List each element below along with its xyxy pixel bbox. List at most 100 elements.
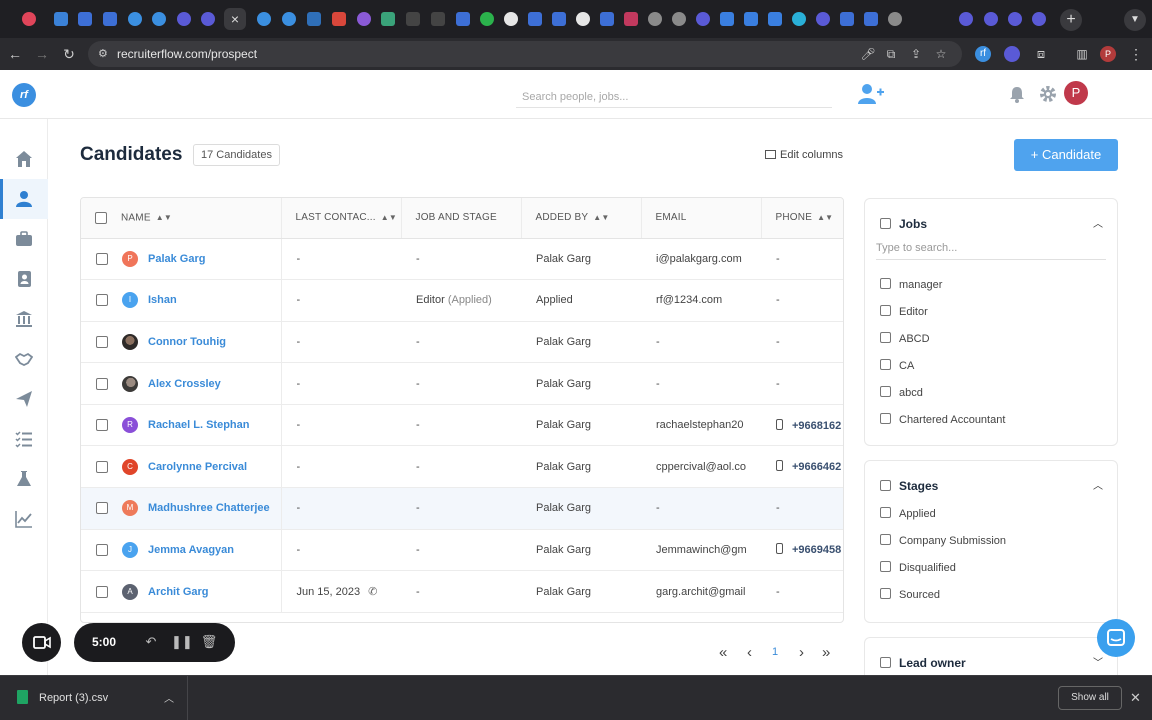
support-chat-icon[interactable] xyxy=(1097,619,1135,657)
table-row[interactable]: J Jemma Avagyan - - Palak Garg Jemmawinch… xyxy=(81,529,843,572)
sidebar-item-campaigns[interactable] xyxy=(0,379,48,419)
tab-icon-app[interactable] xyxy=(840,12,854,26)
tab-icon-app[interactable] xyxy=(792,12,806,26)
candidate-name-link[interactable]: Carolynne Percival xyxy=(148,461,247,473)
pause-recording-icon[interactable]: ❚❚ xyxy=(171,633,193,651)
option-checkbox[interactable] xyxy=(880,359,891,370)
table-row[interactable]: M Madhushree Chatterjee - - Palak Garg - … xyxy=(81,487,843,530)
column-header-job-and-stage[interactable]: JOB AND STAGE xyxy=(401,198,522,239)
row-checkbox[interactable] xyxy=(96,252,108,265)
option-checkbox[interactable] xyxy=(880,561,891,572)
option-checkbox[interactable] xyxy=(880,305,891,316)
tab-icon-app[interactable] xyxy=(103,12,117,26)
tab-icon-app[interactable] xyxy=(381,12,395,26)
tab-icon-app[interactable] xyxy=(864,12,878,26)
table-row[interactable]: I Ishan - Editor (Applied) Applied rf@123… xyxy=(81,279,843,322)
table-row[interactable]: P Palak Garg - - Palak Garg i@palakgarg.c… xyxy=(81,238,843,281)
jobs-filter-option[interactable]: abcd xyxy=(880,386,923,399)
sort-icon[interactable]: ▲▼ xyxy=(817,213,833,222)
jobs-filter-option[interactable]: manager xyxy=(880,278,942,291)
tab-icon-globe[interactable] xyxy=(648,12,662,26)
candidate-name-link[interactable]: Connor Touhig xyxy=(148,336,226,348)
sidebar-item-candidates[interactable] xyxy=(0,179,48,219)
browser-menu-icon[interactable]: ⋮ xyxy=(1128,44,1144,64)
lead-owner-filter-checkbox[interactable] xyxy=(880,657,891,668)
extensions-puzzle-icon[interactable]: ⧈ xyxy=(1033,46,1049,62)
option-checkbox[interactable] xyxy=(880,386,891,397)
jobs-filter-option[interactable]: Editor xyxy=(880,305,928,318)
row-checkbox[interactable] xyxy=(96,460,108,473)
row-checkbox[interactable] xyxy=(96,543,108,556)
tab-icon-gear[interactable] xyxy=(816,12,830,26)
sidebar-item-jobs[interactable] xyxy=(0,219,48,259)
edit-columns-button[interactable]: Edit columns xyxy=(765,149,843,161)
row-checkbox[interactable] xyxy=(96,502,108,515)
column-header-last-contacted[interactable]: LAST CONTAC... ▲▼ xyxy=(281,198,402,239)
tab-icon-x[interactable] xyxy=(406,12,420,26)
share-icon[interactable]: ⇪ xyxy=(908,46,924,62)
stages-filter-checkbox[interactable] xyxy=(880,480,891,491)
phone-number[interactable]: +9669458 xyxy=(792,544,841,556)
jobs-filter-search-input[interactable] xyxy=(876,236,1106,260)
candidate-name-link[interactable]: Archit Garg xyxy=(148,586,209,598)
tab-icon-zoom[interactable] xyxy=(744,12,758,26)
tab-icon-zoom[interactable] xyxy=(768,12,782,26)
column-header-added-by[interactable]: ADDED BY ▲▼ xyxy=(521,198,642,239)
close-downloads-bar-icon[interactable]: ✕ xyxy=(1130,690,1141,706)
next-page-icon[interactable]: › xyxy=(799,644,804,661)
user-avatar[interactable]: P xyxy=(1064,81,1088,105)
current-page-number[interactable]: 1 xyxy=(772,646,778,658)
back-arrow-icon[interactable]: ← xyxy=(5,44,25,64)
lead-owner-filter-header[interactable]: Lead owner xyxy=(880,656,966,670)
tab-icon-recruiterflow[interactable] xyxy=(257,12,271,26)
sidebar-item-reports[interactable] xyxy=(0,499,48,539)
url-field[interactable]: ⚙ recruiterflow.com/prospect 🎤︎ ⧉ ⇪ ☆ xyxy=(88,41,962,67)
tab-icon-google[interactable] xyxy=(576,12,590,26)
phone-number[interactable]: +9666462 xyxy=(792,461,841,473)
browser-profile-avatar[interactable]: P xyxy=(1100,46,1116,62)
settings-gear-icon[interactable] xyxy=(1039,85,1057,103)
add-candidate-button[interactable]: + Candidate xyxy=(1014,139,1118,171)
sidebar-item-tasks[interactable] xyxy=(0,419,48,459)
tab-icon-gear[interactable] xyxy=(1008,12,1022,26)
tab-icon-sheet[interactable] xyxy=(54,12,68,26)
tab-icon-whatsapp[interactable] xyxy=(480,12,494,26)
sidebar-item-companies[interactable] xyxy=(0,299,48,339)
tab-icon-google[interactable] xyxy=(504,12,518,26)
tab-icon-app[interactable] xyxy=(456,12,470,26)
bookmark-star-icon[interactable]: ☆ xyxy=(933,46,949,62)
table-row[interactable]: C Carolynne Percival - - Palak Garg cpper… xyxy=(81,445,843,489)
jobs-filter-option[interactable]: Chartered Accountant xyxy=(880,413,1005,426)
tab-icon-recruiterflow[interactable] xyxy=(282,12,296,26)
candidate-name-link[interactable]: Madhushree Chatterjee xyxy=(148,502,270,514)
stages-filter-option[interactable]: Applied xyxy=(880,507,936,520)
recruiterflow-extension-icon[interactable]: rf xyxy=(975,46,991,62)
tab-icon-zoom[interactable] xyxy=(720,12,734,26)
add-person-icon[interactable] xyxy=(858,83,884,105)
jobs-filter-header[interactable]: Jobs xyxy=(880,217,927,231)
side-panel-icon[interactable]: ▥ xyxy=(1074,46,1090,62)
site-info-icon[interactable]: ⚙ xyxy=(98,47,112,61)
tab-icon-gmail[interactable] xyxy=(332,12,346,26)
job-name[interactable]: Editor xyxy=(416,294,445,306)
table-row[interactable]: R Rachael L. Stephan - - Palak Garg racha… xyxy=(81,404,843,447)
reload-icon[interactable]: ↻ xyxy=(59,44,79,64)
tab-icon-recorder[interactable] xyxy=(22,12,36,26)
first-page-icon[interactable]: « xyxy=(719,644,727,661)
download-item[interactable]: Report (3).csv ︿ xyxy=(0,676,188,720)
tab-icon-app[interactable] xyxy=(357,12,371,26)
collapse-chevron-up-icon[interactable]: ︿ xyxy=(1093,215,1103,230)
tab-icon-globe[interactable] xyxy=(672,12,686,26)
stages-filter-option[interactable]: Sourced xyxy=(880,588,940,601)
stages-filter-option[interactable]: Company Submission xyxy=(880,534,1006,547)
camera-toggle-button[interactable] xyxy=(22,623,61,662)
restart-recording-icon[interactable]: ↶ xyxy=(142,633,160,651)
active-tab-close-icon[interactable]: × xyxy=(224,8,246,30)
row-checkbox[interactable] xyxy=(96,585,108,598)
select-all-checkbox[interactable] xyxy=(95,211,107,224)
option-checkbox[interactable] xyxy=(880,507,891,518)
forward-arrow-icon[interactable]: → xyxy=(32,44,52,64)
search-input[interactable] xyxy=(516,86,832,108)
jobs-filter-option[interactable]: ABCD xyxy=(880,332,930,345)
row-checkbox[interactable] xyxy=(96,335,108,348)
